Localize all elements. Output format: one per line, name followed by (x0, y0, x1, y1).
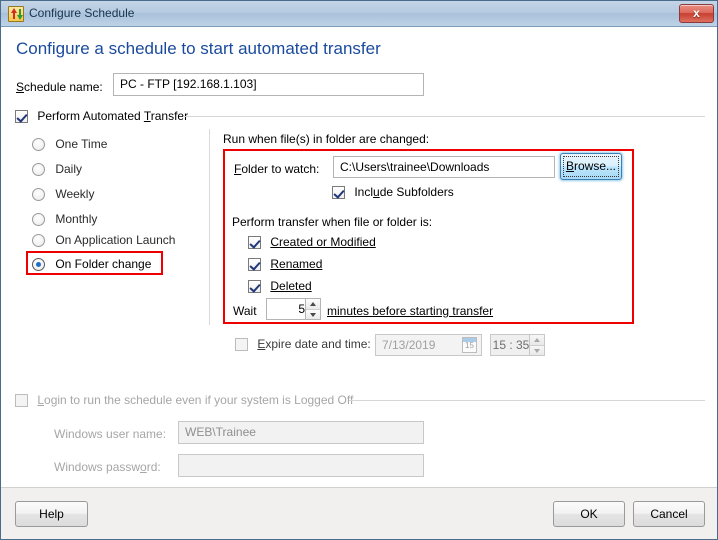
wait-minutes-value: 5 (298, 302, 305, 316)
configure-schedule-dialog: Configure Schedule x Configure a schedul… (0, 0, 718, 540)
radio-icon (32, 213, 45, 226)
windows-user-name-label: Windows user name: (54, 427, 167, 441)
windows-password-label: Windows password: (54, 460, 161, 474)
checkbox-icon (15, 394, 28, 407)
close-button[interactable]: x (679, 4, 714, 23)
radio-label: Weekly (55, 187, 95, 201)
radio-label: On Folder change (55, 257, 152, 271)
sidebar-item-monthly[interactable]: Monthly (32, 212, 97, 230)
schedule-name-mnemonic: S (16, 80, 25, 94)
window-title: Configure Schedule (29, 6, 135, 20)
radio-icon (32, 234, 45, 247)
schedule-name-label-text: chedule name: (24, 80, 103, 94)
cancel-button[interactable]: Cancel (633, 501, 705, 527)
stepper-buttons[interactable] (305, 299, 320, 319)
windows-user-name-input[interactable]: WEB\Trainee (178, 421, 424, 444)
expire-date-value: 7/13/2019 (382, 338, 436, 352)
checkbox-icon (15, 110, 28, 123)
event-label: Deleted (270, 279, 312, 293)
folder-to-watch-label: Folder to watch: (234, 162, 320, 176)
help-button[interactable]: Help (15, 501, 88, 527)
include-subfolders-label: Include Subfolders (354, 185, 454, 199)
event-label: Renamed (270, 257, 323, 271)
checkbox-icon (332, 186, 345, 199)
event-checkbox-deleted[interactable]: Deleted (248, 279, 312, 294)
stepper-up-icon[interactable] (530, 335, 544, 345)
sidebar-item-on-application-launch[interactable]: On Application Launch (32, 233, 175, 251)
transfer-arrows-icon (8, 6, 24, 22)
event-checkbox-created-or-modified[interactable]: Created or Modified (248, 235, 376, 250)
expire-date-label: Expire date and time: (257, 337, 371, 351)
expire-date-input[interactable]: 7/13/2019 15 (375, 334, 482, 356)
schedule-name-label: Schedule name: (16, 80, 103, 94)
wait-label: Wait (233, 304, 257, 318)
sidebar-item-one-time[interactable]: One Time (32, 137, 107, 155)
close-icon: x (693, 6, 700, 20)
group-divider (183, 116, 705, 117)
expire-date-checkbox[interactable]: Expire date and time: (235, 337, 371, 352)
expire-time-value: 15 : 35 (492, 338, 530, 352)
dialog-footer: Help OK Cancel (1, 487, 717, 539)
calendar-icon[interactable]: 15 (462, 337, 477, 353)
calendar-icon-day: 15 (465, 341, 474, 350)
stepper-down-icon[interactable] (306, 309, 320, 319)
title-bar: Configure Schedule x (1, 1, 717, 27)
windows-password-input[interactable] (178, 454, 424, 477)
schedule-name-input[interactable]: PC - FTP [192.168.1.103] (113, 73, 424, 96)
browse-button[interactable]: Browse... (560, 153, 622, 180)
stepper-down-icon[interactable] (530, 345, 544, 355)
folder-to-watch-input[interactable]: C:\Users\trainee\Downloads (333, 156, 555, 178)
stepper-buttons[interactable] (529, 335, 544, 355)
checkbox-icon (235, 338, 248, 351)
radio-label: Monthly (55, 212, 98, 226)
sidebar-item-daily[interactable]: Daily (32, 162, 82, 180)
stepper-up-icon[interactable] (306, 299, 320, 309)
run-when-heading: Run when file(s) in folder are changed: (223, 132, 430, 146)
radio-label: Daily (55, 162, 83, 176)
panel-divider (209, 129, 210, 325)
event-label: Created or Modified (270, 235, 376, 249)
perform-automated-transfer-label: Perform Automated Transfer (37, 109, 189, 123)
page-title: Configure a schedule to start automated … (16, 39, 381, 58)
perform-automated-transfer-checkbox[interactable]: Perform Automated Transfer (15, 109, 705, 125)
include-subfolders-checkbox[interactable]: Include Subfolders (332, 185, 454, 200)
radio-label: One Time (55, 137, 108, 151)
radio-icon (32, 138, 45, 151)
perform-transfer-heading: Perform transfer when file or folder is: (232, 215, 433, 229)
checkbox-icon (248, 236, 261, 249)
browse-button-label: Browse... (565, 159, 617, 173)
wait-suffix-label: minutes before starting transfer (327, 304, 494, 318)
group-divider (349, 400, 705, 401)
login-logged-off-label: Login to run the schedule even if your s… (37, 393, 354, 407)
event-checkbox-renamed[interactable]: Renamed (248, 257, 322, 272)
radio-icon (32, 188, 45, 201)
radio-label: On Application Launch (55, 233, 176, 247)
checkbox-icon (248, 280, 261, 293)
ok-button[interactable]: OK (553, 501, 625, 527)
expire-time-stepper[interactable]: 15 : 35 (490, 334, 545, 356)
sidebar-item-weekly[interactable]: Weekly (32, 187, 94, 205)
checkbox-icon (248, 258, 261, 271)
wait-minutes-stepper[interactable]: 5 (266, 298, 321, 320)
radio-icon-selected (32, 258, 45, 271)
sidebar-item-on-folder-change[interactable]: On Folder change (32, 257, 151, 275)
login-logged-off-checkbox[interactable]: Login to run the schedule even if your s… (15, 393, 353, 408)
radio-icon (32, 163, 45, 176)
